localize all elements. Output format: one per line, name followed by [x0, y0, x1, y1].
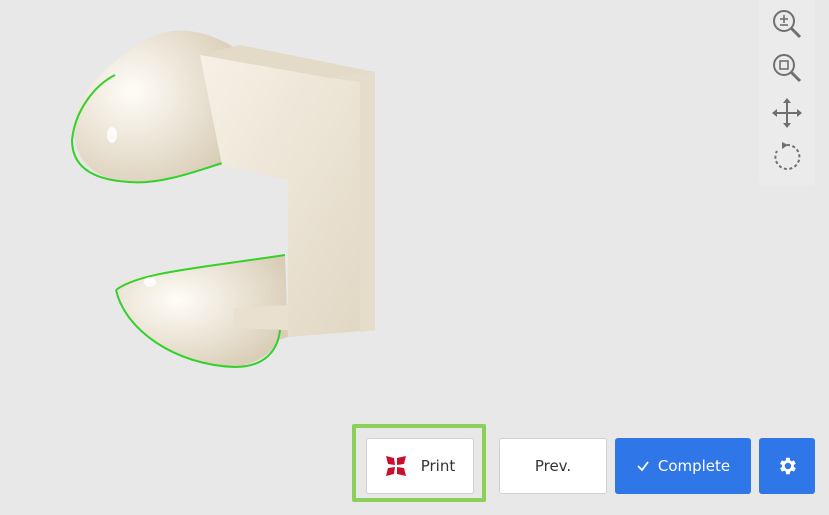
print-label: Print	[420, 457, 456, 475]
prev-button[interactable]: Prev.	[499, 438, 607, 494]
lower-shelf	[234, 305, 288, 330]
view-toolbar	[759, 0, 815, 186]
gear-icon	[780, 457, 796, 475]
settings-button[interactable]	[759, 438, 815, 494]
rotate-icon	[774, 142, 801, 170]
complete-label: Complete	[657, 457, 731, 475]
complete-button[interactable]: Complete	[615, 438, 751, 494]
rotate-button[interactable]	[767, 137, 807, 177]
zoom-fit-icon	[773, 54, 802, 83]
zoom-in-button[interactable]	[767, 4, 807, 44]
zoom-in-icon	[773, 10, 802, 39]
pan-button[interactable]	[767, 93, 807, 133]
pan-icon	[772, 98, 802, 128]
print-logo-icon	[385, 456, 406, 476]
prev-label: Prev.	[534, 457, 572, 475]
print-button[interactable]: Print	[366, 438, 474, 494]
check-icon	[637, 461, 649, 472]
zoom-fit-button[interactable]	[767, 48, 807, 88]
